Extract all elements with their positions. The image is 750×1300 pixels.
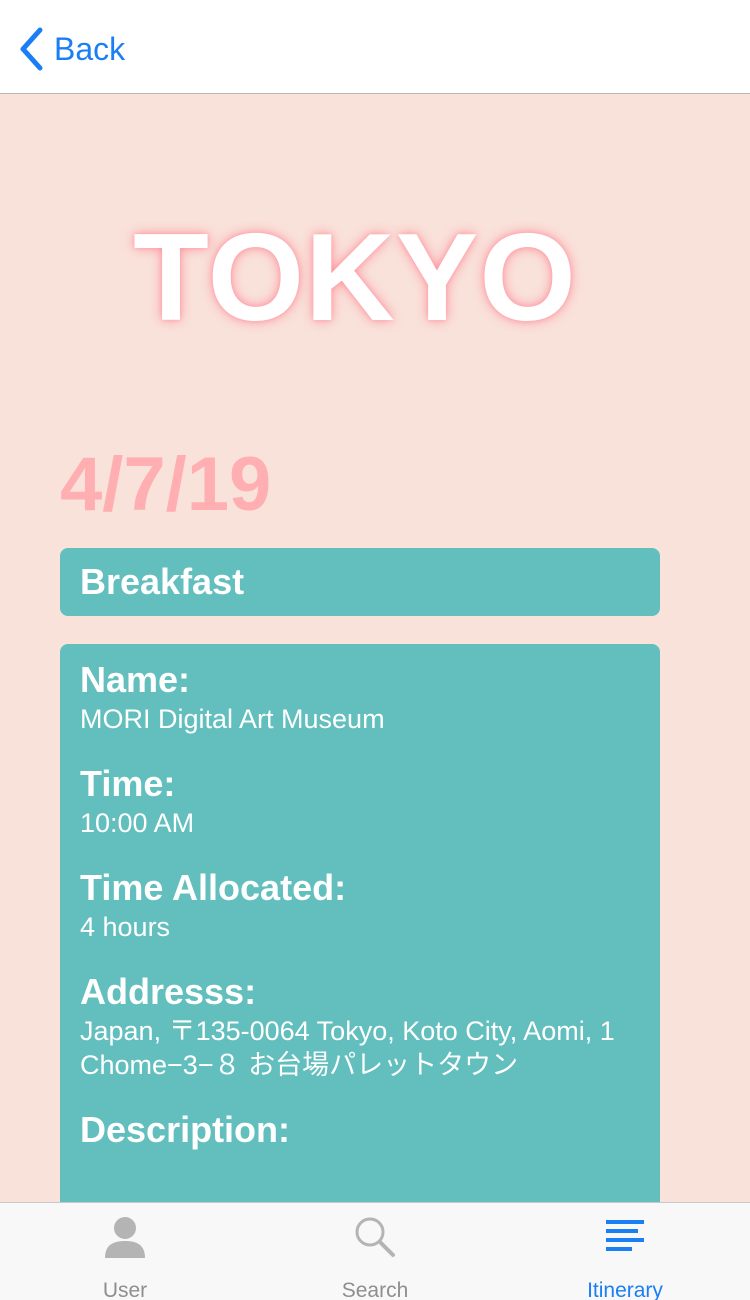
itinerary-date: 4/7/19 <box>60 442 272 527</box>
chevron-left-icon <box>18 27 44 71</box>
time-allocated-value: 4 hours <box>80 912 171 942</box>
address-value: Japan, 〒135-0064 Tokyo, Koto City, Aomi,… <box>80 1016 615 1080</box>
description-label: Description: <box>80 1109 291 1150</box>
search-icon <box>352 1215 398 1259</box>
address-label: Addresss: <box>80 971 257 1012</box>
name-label: Name: <box>80 659 191 700</box>
tab-user[interactable]: User <box>0 1203 250 1300</box>
time-label: Time: <box>80 763 176 804</box>
time-value: 10:00 AM <box>80 808 195 838</box>
tab-search-label: Search <box>341 1279 409 1300</box>
tab-itinerary-label: Itinerary <box>587 1279 663 1300</box>
back-button-label: Back <box>54 30 126 67</box>
activity-details-card: Name: MORI Digital Art Museum Time: 10:0… <box>60 644 660 1202</box>
bottom-tab-bar: User Search Itinerary <box>0 1202 750 1300</box>
name-value: MORI Digital Art Museum <box>80 704 385 734</box>
tab-itinerary[interactable]: Itinerary <box>500 1203 750 1300</box>
city-title: TOKYO <box>133 209 577 347</box>
user-icon <box>102 1215 148 1259</box>
name-field: Name: MORI Digital Art Museum <box>80 658 640 736</box>
description-field: Description: <box>80 1108 640 1152</box>
time-allocated-label: Time Allocated: <box>80 867 347 908</box>
address-field: Addresss: Japan, 〒135-0064 Tokyo, Koto C… <box>80 970 640 1082</box>
meal-section-header: Breakfast <box>60 548 660 616</box>
tab-search[interactable]: Search <box>250 1203 500 1300</box>
itinerary-list-icon <box>602 1215 648 1259</box>
time-allocated-field: Time Allocated: 4 hours <box>80 866 640 944</box>
meal-section-label: Breakfast <box>80 561 245 602</box>
top-navigation-bar: Back <box>0 0 750 94</box>
time-field: Time: 10:00 AM <box>80 762 640 840</box>
back-button[interactable]: Back <box>18 26 125 72</box>
tab-user-label: User <box>102 1279 148 1300</box>
itinerary-content[interactable]: TOKYO 4/7/19 Breakfast Name: MORI Digita… <box>0 95 750 1202</box>
